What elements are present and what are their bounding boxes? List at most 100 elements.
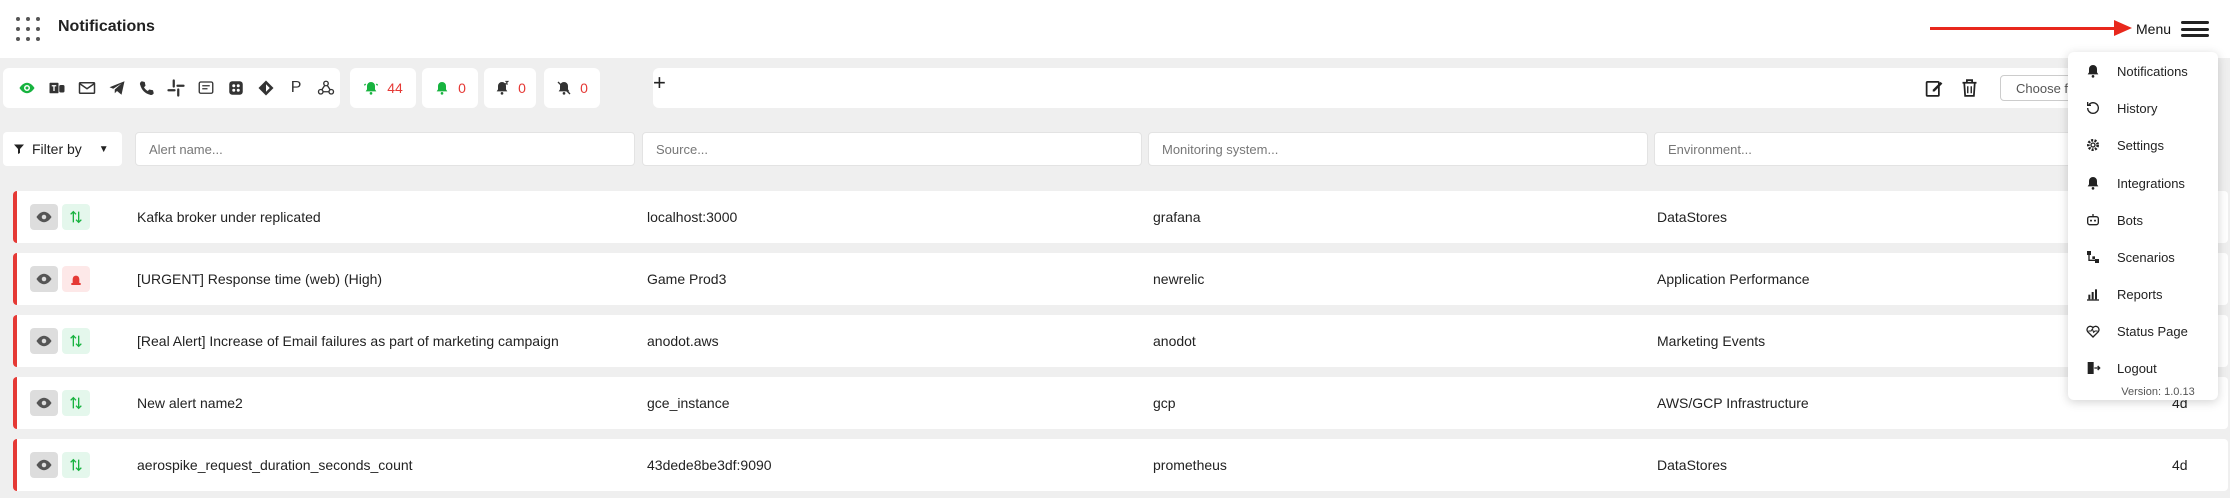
filter-by-button[interactable]: Filter by ▼ [3, 132, 122, 166]
menu-label[interactable]: Menu [2136, 21, 2171, 37]
menu-item-label: Logout [2117, 360, 2157, 376]
alert-name: [URGENT] Response time (web) (High) [137, 271, 383, 287]
bot-icon [2087, 214, 2099, 226]
up-down-arrows-icon [62, 452, 90, 478]
counter-acknowledged[interactable]: 0 [422, 68, 478, 108]
table-row[interactable]: [Real Alert] Increase of Email failures … [13, 315, 2228, 367]
counter-muted-value: 0 [580, 80, 588, 96]
siren-icon [62, 266, 90, 292]
menu-item-reports[interactable]: Reports [2068, 279, 2218, 309]
eye-icon[interactable] [30, 266, 58, 292]
menu-item-settings[interactable]: Settings [2068, 130, 2218, 160]
annotation-arrow-menu [1930, 20, 2132, 36]
menu-item-notifications[interactable]: Notifications [2068, 56, 2218, 86]
eye-icon[interactable] [30, 328, 58, 354]
heartbeat-icon [2086, 325, 2100, 338]
alert-environment: Application Performance [1657, 271, 1810, 287]
alert-name: aerospike_request_duration_seconds_count [137, 457, 413, 473]
alert-name-input[interactable] [135, 132, 635, 166]
alert-name: New alert name2 [137, 395, 243, 411]
environment-input[interactable] [1654, 132, 2074, 166]
chevron-down-icon: ▼ [98, 143, 109, 155]
menu-item-label: Reports [2117, 286, 2163, 302]
alert-monitoring: grafana [1153, 209, 1201, 225]
toolbar-right [1920, 68, 1980, 108]
webhook-icon[interactable] [312, 77, 340, 99]
logout-icon [2087, 362, 2101, 374]
monitoring-system-input[interactable] [1148, 132, 1648, 166]
alert-environment: Marketing Events [1657, 333, 1766, 349]
counter-acknowledged-value: 0 [458, 80, 466, 96]
muted-bell-icon [557, 81, 571, 95]
up-down-arrows-icon [62, 204, 90, 230]
main-menu-dropdown: Notifications History Settings Integrati… [2068, 52, 2218, 400]
snooze-bell-icon [496, 80, 510, 95]
table-row[interactable]: New alert name2 gce_instance gcp AWS/GCP… [13, 377, 2228, 429]
menu-item-scenarios[interactable]: Scenarios [2068, 242, 2218, 272]
page-title: Notifications [58, 18, 155, 35]
alert-source: gce_instance [647, 395, 730, 411]
add-bar: + [653, 68, 2073, 108]
menu-item-integrations[interactable]: Integrations [2068, 168, 2218, 198]
eye-icon[interactable] [30, 204, 58, 230]
alert-monitoring: prometheus [1153, 457, 1227, 473]
slack-icon[interactable] [163, 77, 191, 99]
counter-alerts[interactable]: 44 [350, 68, 416, 108]
sms-icon[interactable] [192, 77, 220, 99]
ack-bell-icon [436, 82, 448, 95]
phone-icon[interactable] [133, 77, 161, 99]
alert-monitoring: newrelic [1153, 271, 1205, 287]
eye-icon[interactable] [30, 452, 58, 478]
eye-icon[interactable] [13, 77, 41, 99]
gear-icon [2087, 139, 2099, 151]
email-icon[interactable] [73, 77, 101, 99]
source-input[interactable] [642, 132, 1142, 166]
diamond-icon[interactable] [252, 77, 280, 99]
alert-environment: DataStores [1657, 209, 1728, 225]
menu-item-label: Status Page [2117, 323, 2188, 339]
menu-item-status-page[interactable]: Status Page [2068, 316, 2218, 346]
apps-grid-icon[interactable] [16, 17, 40, 41]
bell-icon [2087, 65, 2099, 78]
scenarios-icon [2087, 251, 2099, 263]
alert-age: 4d [2172, 457, 2188, 473]
hamburger-menu-icon[interactable] [2181, 21, 2209, 37]
up-down-arrows-icon [62, 390, 90, 416]
filter-by-label: Filter by [32, 141, 82, 157]
trash-icon[interactable] [1959, 76, 1980, 100]
menu-item-logout[interactable]: Logout [2068, 353, 2218, 383]
alert-name: [Real Alert] Increase of Email failures … [137, 333, 559, 349]
alert-environment: AWS/GCP Infrastructure [1657, 395, 1809, 411]
telegram-icon[interactable] [103, 77, 131, 99]
eye-icon[interactable] [30, 390, 58, 416]
version-label: Version: 1.0.13 [2121, 386, 2195, 398]
alert-source: 43dede8be3df:9090 [647, 457, 772, 473]
menu-item-label: Notifications [2117, 63, 2188, 79]
counter-muted[interactable]: 0 [544, 68, 600, 108]
edit-icon[interactable] [1924, 76, 1945, 100]
menu-item-bots[interactable]: Bots [2068, 205, 2218, 235]
pagerduty-icon[interactable]: P [282, 77, 310, 99]
filter-icon [14, 144, 24, 154]
channel-toolbar: P [3, 68, 340, 108]
reports-icon [2087, 289, 2099, 301]
add-button[interactable]: + [653, 70, 689, 106]
table-row[interactable]: Kafka broker under replicated localhost:… [13, 191, 2228, 243]
menu-item-label: Integrations [2117, 175, 2185, 191]
table-row[interactable]: [URGENT] Response time (web) (High) Game… [13, 253, 2228, 305]
counter-alerts-value: 44 [387, 80, 403, 96]
alert-source: Game Prod3 [647, 271, 727, 287]
alert-source: anodot.aws [647, 333, 719, 349]
custom-icon[interactable] [222, 77, 250, 99]
menu-item-label: Settings [2117, 137, 2164, 153]
menu-item-history[interactable]: History [2068, 93, 2218, 123]
alert-bell-icon [364, 82, 379, 95]
menu-item-label: History [2117, 100, 2158, 116]
menu-item-label: Scenarios [2117, 249, 2175, 265]
counter-snoozed-value: 0 [518, 80, 526, 96]
alert-source: localhost:3000 [647, 209, 738, 225]
teams-icon[interactable] [43, 77, 71, 99]
counter-snoozed[interactable]: 0 [484, 68, 536, 108]
top-bar: Notifications Menu [0, 0, 2230, 58]
table-row[interactable]: aerospike_request_duration_seconds_count… [13, 439, 2228, 491]
